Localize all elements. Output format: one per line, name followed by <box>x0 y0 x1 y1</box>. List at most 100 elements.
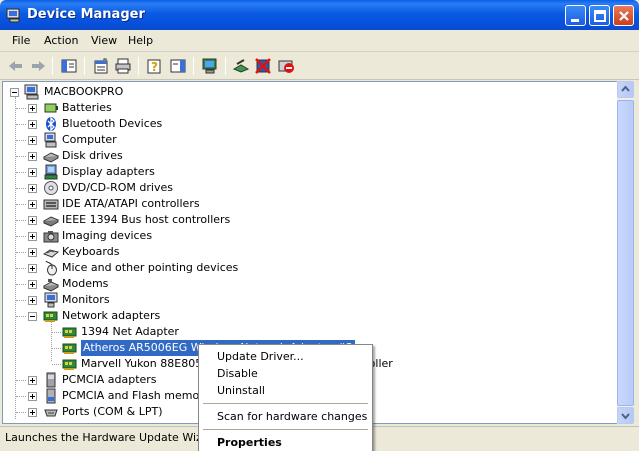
expand-toggle-pcmcia-and-flash-memory-devices[interactable] <box>28 392 37 401</box>
computer-icon <box>24 84 39 100</box>
vertical-scrollbar[interactable] <box>617 81 634 424</box>
tree-item-label: Mice and other pointing devices <box>62 261 239 274</box>
tree-line <box>52 332 61 333</box>
expand-toggle-ieee-1394-bus-host-controllers[interactable] <box>28 216 37 225</box>
network-adapter-icon <box>62 343 77 354</box>
tree-line <box>16 140 26 141</box>
menu-bar: File Action View Help <box>0 30 639 52</box>
help-icon[interactable]: ? <box>146 57 164 75</box>
uninstall-icon[interactable] <box>254 57 272 75</box>
menu-view[interactable]: View <box>91 34 117 47</box>
tree-line <box>16 300 26 301</box>
tree-line <box>16 412 26 413</box>
tree-line <box>16 188 26 189</box>
tree-item-label: Bluetooth Devices <box>62 117 163 130</box>
tree-line <box>15 97 16 419</box>
tree-root-label: MACBOOKPRO <box>44 85 124 98</box>
toolbar-separator <box>52 57 53 75</box>
show-hide-action-pane-icon[interactable] <box>169 57 187 75</box>
scroll-down-arrow-icon <box>621 413 630 420</box>
tree-item-label: Batteries <box>62 101 112 114</box>
expand-toggle-ports-com-lpt[interactable] <box>28 408 37 417</box>
menu-help[interactable]: Help <box>128 34 153 47</box>
expand-toggle-network-adapters[interactable] <box>28 312 37 321</box>
disable-icon[interactable] <box>277 57 295 75</box>
expand-toggle-dvd-cd-rom-drives[interactable] <box>28 184 37 193</box>
tree-line <box>51 321 52 361</box>
scroll-thumb[interactable] <box>617 100 634 406</box>
scroll-down-button[interactable] <box>617 407 634 424</box>
toolbar-separator <box>193 57 194 75</box>
tree-item-label: Network adapters <box>62 309 161 322</box>
tree-item-label: Ports (COM & LPT) <box>62 405 163 418</box>
close-button[interactable] <box>613 5 634 26</box>
properties-icon[interactable] <box>92 57 110 75</box>
tree-item-label: DVD/CD-ROM drives <box>62 181 173 194</box>
svg-text:?: ? <box>151 60 158 74</box>
bluetooth-icon <box>46 116 56 132</box>
battery-icon <box>44 103 58 113</box>
expand-toggle-keyboards[interactable] <box>28 248 37 257</box>
expand-toggle-ide-ata-atapi-controllers[interactable] <box>28 200 37 209</box>
back-arrow-icon[interactable] <box>7 57 25 75</box>
ieee1394-controller-icon <box>43 216 59 227</box>
expand-toggle-pcmcia-adapters[interactable] <box>28 376 37 385</box>
tree-item-label: IEEE 1394 Bus host controllers <box>62 213 231 226</box>
window-title: Device Manager <box>27 7 145 22</box>
dvd-drive-icon <box>44 181 58 195</box>
tree-item-label: IDE ATA/ATAPI controllers <box>62 197 200 210</box>
menu-uninstall[interactable]: Uninstall <box>217 384 265 397</box>
tree-line <box>16 284 26 285</box>
scan-hardware-icon[interactable] <box>201 57 219 75</box>
monitor-icon <box>44 292 58 308</box>
expand-toggle-modems[interactable] <box>28 280 37 289</box>
expand-toggle-imaging-devices[interactable] <box>28 232 37 241</box>
tree-item-label: Keyboards <box>62 245 120 258</box>
tree-line <box>16 220 26 221</box>
expand-toggle-bluetooth-devices[interactable] <box>28 120 37 129</box>
flash-memory-icon <box>46 388 56 404</box>
mouse-icon <box>45 260 57 276</box>
tree-item-label: Imaging devices <box>62 229 153 242</box>
menu-separator <box>203 429 368 430</box>
menu-disable[interactable]: Disable <box>217 367 258 380</box>
maximize-button[interactable] <box>589 5 610 26</box>
expand-toggle-mice-and-other-pointing-devices[interactable] <box>28 264 37 273</box>
expand-toggle-display-adapters[interactable] <box>28 168 37 177</box>
context-menu: Update Driver... Disable Uninstall Scan … <box>198 344 373 451</box>
menu-update-driver[interactable]: Update Driver... <box>217 350 304 363</box>
tree-line <box>52 364 61 365</box>
expand-toggle-monitors[interactable] <box>28 296 37 305</box>
forward-arrow-icon[interactable] <box>29 57 47 75</box>
expand-toggle-computer[interactable] <box>28 136 37 145</box>
toolbar-separator <box>225 57 226 75</box>
show-hide-console-tree-icon[interactable] <box>60 57 78 75</box>
menu-properties[interactable]: Properties <box>217 436 282 449</box>
display-adapter-icon <box>44 164 58 180</box>
device-manager-window: Device Manager File Action View Help ? M… <box>0 0 639 451</box>
minimize-button[interactable] <box>565 5 586 26</box>
device-manager-icon <box>6 8 20 23</box>
tree-line <box>16 380 26 381</box>
expand-toggle-disk-drives[interactable] <box>28 152 37 161</box>
print-icon[interactable] <box>114 57 132 75</box>
tree-line <box>16 236 26 237</box>
tree-line <box>16 124 26 125</box>
toolbar-separator <box>84 57 85 75</box>
root-collapse-toggle[interactable] <box>10 88 19 97</box>
tree-line <box>16 156 26 157</box>
menu-scan-hardware[interactable]: Scan for hardware changes <box>217 410 367 423</box>
tree-line <box>16 172 26 173</box>
update-driver-icon[interactable] <box>232 57 250 75</box>
keyboard-icon <box>43 249 59 258</box>
close-icon <box>619 11 629 21</box>
menu-action[interactable]: Action <box>44 34 78 47</box>
tree-item-label: Monitors <box>62 293 110 306</box>
expand-toggle-batteries[interactable] <box>28 104 37 113</box>
title-bar[interactable]: Device Manager <box>0 0 639 30</box>
scroll-up-button[interactable] <box>617 81 634 98</box>
menu-separator <box>203 403 368 404</box>
ide-controller-icon <box>43 199 59 210</box>
menu-file[interactable]: File <box>12 34 30 47</box>
tree-line <box>16 108 26 109</box>
